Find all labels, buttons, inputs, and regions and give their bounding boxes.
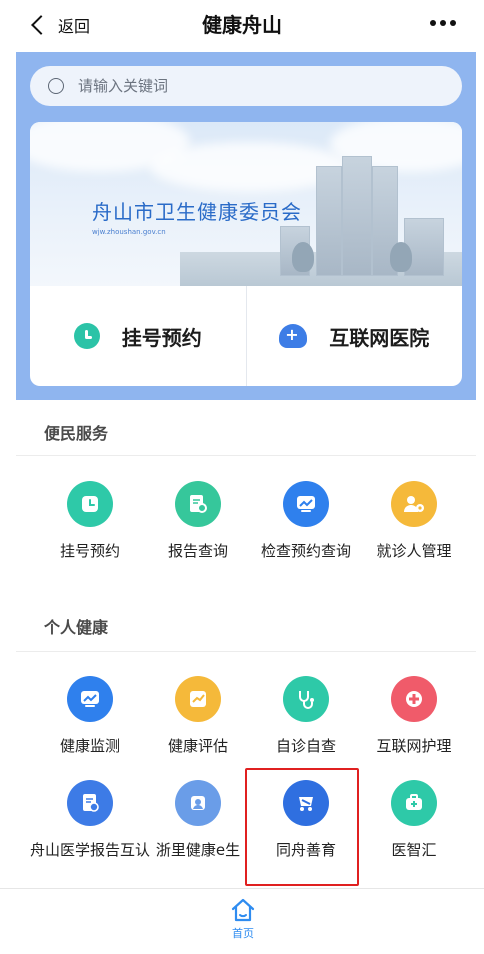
- service-item-patient-management[interactable]: 就诊人管理: [360, 481, 468, 561]
- service-label: 报告查询: [167, 542, 228, 560]
- chart-monitor-icon: [283, 481, 329, 527]
- banner-image[interactable]: 舟山市卫生健康委员会 wjw.zhoushan.gov.cn: [30, 122, 462, 286]
- dot-icon: [440, 20, 446, 26]
- service-item-health-monitoring[interactable]: 健康监测: [36, 676, 144, 756]
- service-item-yizhihui[interactable]: 医智汇: [360, 780, 468, 860]
- hero-section: 舟山市卫生健康委员会 wjw.zhoushan.gov.cn 挂号预约 互联网医…: [16, 52, 476, 400]
- banner-org-name: 舟山市卫生健康委员会: [92, 200, 302, 224]
- home-icon: [231, 898, 255, 922]
- tree-shape: [390, 242, 412, 272]
- service-item-exam-booking-query[interactable]: 检查预约查询: [252, 481, 360, 561]
- service-label: 健康评估: [167, 737, 228, 755]
- chart-card-icon: [175, 676, 221, 722]
- service-item-report-query[interactable]: 报告查询: [144, 481, 252, 561]
- building-shape: [316, 166, 342, 276]
- page-title: 健康舟山: [202, 13, 282, 37]
- tab-home[interactable]: 首页: [218, 897, 268, 951]
- search-icon: [48, 78, 64, 94]
- service-item-health-assessment[interactable]: 健康评估: [144, 676, 252, 756]
- search-input[interactable]: [78, 77, 438, 95]
- bottom-tab-bar: 首页: [0, 888, 484, 954]
- quick-link-label: 互联网医院: [329, 325, 430, 350]
- divider: [16, 455, 476, 456]
- dot-icon: [430, 20, 436, 26]
- service-grid-personal-health: 健康监测 健康评估 自诊自查 互联网护理 舟山医学报告互认 浙里健康e生 同舟善…: [30, 676, 468, 860]
- service-item-internet-nursing[interactable]: 互联网护理: [360, 676, 468, 756]
- medkit-icon: [391, 780, 437, 826]
- service-label: 就诊人管理: [376, 542, 452, 560]
- hero-card: 舟山市卫生健康委员会 wjw.zhoushan.gov.cn 挂号预约 互联网医…: [30, 122, 462, 386]
- quick-link-appointment[interactable]: 挂号预约: [30, 286, 246, 386]
- stethoscope-icon: [283, 676, 329, 722]
- nurse-cross-icon: [391, 676, 437, 722]
- service-item-tongzhou-shanyu[interactable]: 同舟善育: [252, 780, 360, 860]
- service-item-medical-report-mutual[interactable]: 舟山医学报告互认: [30, 780, 150, 860]
- service-label: 检查预约查询: [260, 542, 351, 560]
- report-check-icon: [67, 780, 113, 826]
- service-item-self-diagnosis[interactable]: 自诊自查: [252, 676, 360, 756]
- quick-links: 挂号预约 互联网医院: [30, 286, 462, 386]
- service-grid-convenience: 挂号预约 报告查询 检查预约查询 就诊人管理: [36, 481, 468, 561]
- stroller-icon: [283, 780, 329, 826]
- service-label: 医智汇: [391, 841, 437, 859]
- service-label: 自诊自查: [275, 737, 336, 755]
- chart-monitor-icon: [67, 676, 113, 722]
- divider: [16, 651, 476, 652]
- service-item-zheli-health[interactable]: 浙里健康e生: [144, 780, 252, 860]
- hospital-plus-icon: [279, 324, 308, 348]
- tree-shape: [292, 242, 314, 272]
- clock-icon: [67, 481, 113, 527]
- report-search-icon: [175, 481, 221, 527]
- service-label: 舟山医学报告互认: [30, 841, 151, 859]
- banner-url: wjw.zhoushan.gov.cn: [92, 228, 166, 236]
- building-shape: [342, 156, 372, 276]
- dot-icon: [450, 20, 456, 26]
- section-title-personal-health: 个人健康: [44, 618, 109, 637]
- clock-icon: [73, 323, 100, 349]
- service-label: 互联网护理: [376, 737, 452, 755]
- tab-home-label: 首页: [232, 927, 254, 940]
- service-label: 浙里健康e生: [155, 841, 241, 859]
- service-item-appointment[interactable]: 挂号预约: [36, 481, 144, 561]
- quick-link-label: 挂号预约: [121, 325, 202, 350]
- search-bar[interactable]: [30, 66, 462, 106]
- navigation-bar: 返回 健康舟山: [0, 0, 484, 50]
- quick-link-internet-hospital[interactable]: 互联网医院: [245, 286, 463, 386]
- service-label: 健康监测: [59, 737, 120, 755]
- section-title-convenience: 便民服务: [44, 424, 109, 443]
- service-label: 同舟善育: [275, 841, 336, 859]
- more-options-button[interactable]: [430, 20, 456, 26]
- service-label: 挂号预约: [59, 542, 120, 560]
- person-gear-icon: [391, 481, 437, 527]
- doctor-icon: [175, 780, 221, 826]
